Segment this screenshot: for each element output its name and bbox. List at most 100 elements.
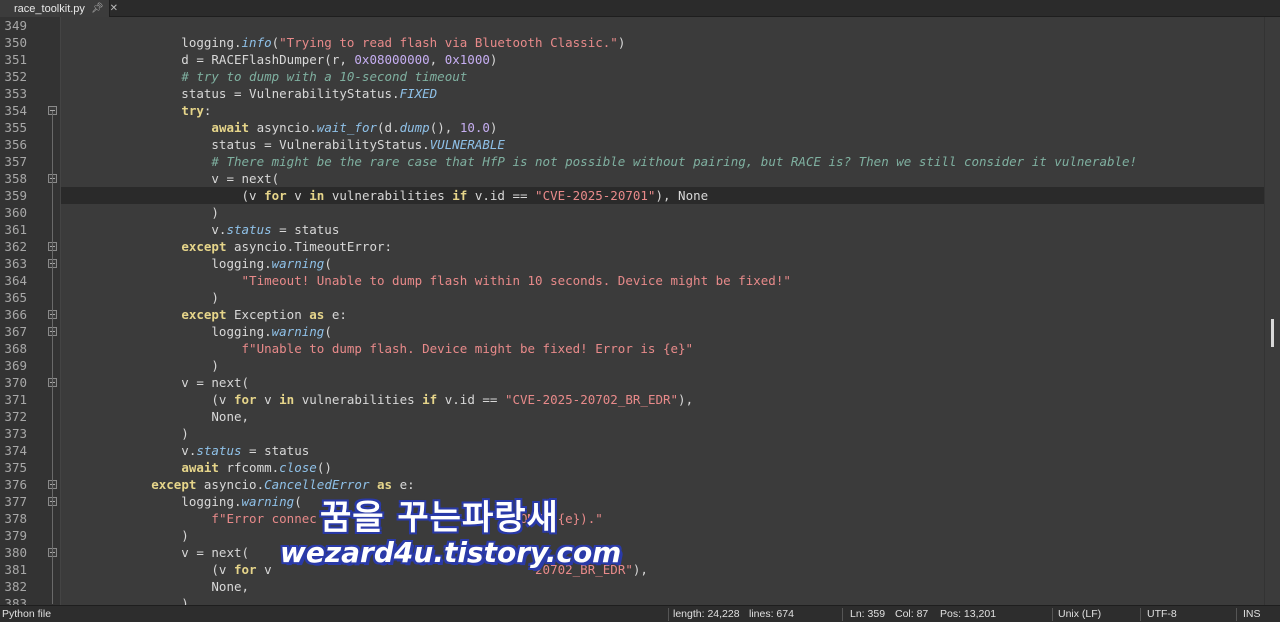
- line-number: 364: [4, 273, 27, 288]
- status-encoding[interactable]: UTF-8: [1147, 606, 1177, 622]
- status-lines: lines: 674: [749, 608, 794, 620]
- code-text: "Timeout! Unable to dump flash within 10…: [241, 273, 791, 288]
- code-line[interactable]: 359 (v for v in vulnerabilities if v.id …: [4, 187, 1264, 204]
- code-line[interactable]: 380 v = next(: [0, 544, 1264, 561]
- line-number: 359: [4, 188, 27, 203]
- line-number: 371: [4, 392, 27, 407]
- code-text: ): [91, 528, 189, 543]
- line-number: 360: [4, 205, 27, 220]
- code-line[interactable]: 364 "Timeout! Unable to dump flash withi…: [0, 272, 1264, 289]
- code-text: (v for v in vulnerabilities if v.id == "…: [91, 188, 709, 203]
- line-number: 373: [4, 426, 27, 441]
- code-line[interactable]: 383 ): [0, 595, 1264, 605]
- code-text: (v for v in vulnerabilities if v.id == "…: [91, 392, 694, 407]
- status-insert-mode[interactable]: INS: [1243, 606, 1261, 622]
- code-line[interactable]: 358 v = next(: [0, 170, 1264, 187]
- code-line[interactable]: 367 logging.warning(: [0, 323, 1264, 340]
- code-line[interactable]: 382 None,: [0, 578, 1264, 595]
- code-line[interactable]: 379 ): [0, 527, 1264, 544]
- code-line[interactable]: 351 d = RACEFlashDumper(r, 0x08000000, 0…: [0, 51, 1264, 68]
- code-line[interactable]: 372 None,: [0, 408, 1264, 425]
- code-line[interactable]: 366 except Exception as e:: [0, 306, 1264, 323]
- close-icon[interactable]: ✕: [110, 3, 118, 14]
- line-number: 377: [4, 494, 27, 509]
- line-number: 369: [4, 358, 27, 373]
- line-number: 349: [4, 18, 27, 33]
- code-text: f"Unable to dump flash. Device might be …: [241, 341, 694, 356]
- code-text: status = VulnerabilityStatus.FIXED: [91, 86, 438, 101]
- line-number: 357: [4, 154, 27, 169]
- line-number: 367: [4, 324, 27, 339]
- status-pos[interactable]: Pos: 13,201: [940, 606, 996, 622]
- code-line[interactable]: 361 v.status = status: [0, 221, 1264, 238]
- code-text: logging.warning(: [91, 494, 302, 509]
- line-number: 383: [4, 596, 27, 605]
- status-eol[interactable]: Unix (LF): [1058, 606, 1101, 622]
- code-line[interactable]: 352 # try to dump with a 10-second timeo…: [0, 68, 1264, 85]
- scrollbar-thumb[interactable]: [1271, 319, 1274, 347]
- code-text: try:: [181, 103, 212, 118]
- code-line[interactable]: 376 except asyncio.CancelledError as e:: [0, 476, 1264, 493]
- code-line[interactable]: 353 status = VulnerabilityStatus.FIXED: [0, 85, 1264, 102]
- vertical-scrollbar[interactable]: [1264, 17, 1280, 605]
- code-line[interactable]: 375 await rfcomm.close(): [0, 459, 1264, 476]
- line-number: 353: [4, 86, 27, 101]
- code-line[interactable]: 374 v.status = status: [0, 442, 1264, 459]
- code-text: v.status = status: [91, 222, 340, 237]
- code-text: v = next(: [91, 375, 250, 390]
- tab-title: race_toolkit.py: [14, 2, 85, 15]
- code-line[interactable]: 355 await asyncio.wait_for(d.dump(), 10.…: [0, 119, 1264, 136]
- code-line[interactable]: 373 ): [0, 425, 1264, 442]
- line-number: 382: [4, 579, 27, 594]
- code-text: f"Error connec COMM ({e}).": [211, 511, 603, 526]
- pin-icon[interactable]: 📌︎: [91, 3, 104, 14]
- code-line[interactable]: 365 ): [0, 289, 1264, 306]
- code-line[interactable]: 356 status = VulnerabilityStatus.VULNERA…: [0, 136, 1264, 153]
- code-text: v = next(: [91, 171, 280, 186]
- code-line[interactable]: 363 logging.warning(: [0, 255, 1264, 272]
- code-line[interactable]: 377 logging.warning(: [0, 493, 1264, 510]
- line-number: 366: [4, 307, 27, 322]
- code-text: d = RACEFlashDumper(r, 0x08000000, 0x100…: [91, 52, 498, 67]
- line-number: 374: [4, 443, 27, 458]
- code-line[interactable]: 360 ): [0, 204, 1264, 221]
- tab-bar: race_toolkit.py 📌︎ ✕: [0, 0, 1280, 17]
- line-number: 368: [4, 341, 27, 356]
- line-number: 362: [4, 239, 27, 254]
- line-number: 352: [4, 69, 27, 84]
- code-line[interactable]: 350 logging.info("Trying to read flash v…: [0, 34, 1264, 51]
- code-editor[interactable]: 349 350 logging.info("Trying to read flas…: [0, 17, 1264, 605]
- line-number: 375: [4, 460, 27, 475]
- line-number: 376: [4, 477, 27, 492]
- code-text: # try to dump with a 10-second timeout: [181, 69, 468, 84]
- line-number: 372: [4, 409, 27, 424]
- line-number: 380: [4, 545, 27, 560]
- line-number: 351: [4, 52, 27, 67]
- line-number: 378: [4, 511, 27, 526]
- status-divider: [1052, 608, 1053, 621]
- code-line[interactable]: 354 try:: [0, 102, 1264, 119]
- line-number: 370: [4, 375, 27, 390]
- code-line[interactable]: 371 (v for v in vulnerabilities if v.id …: [0, 391, 1264, 408]
- status-ln[interactable]: Ln: 359: [850, 606, 885, 622]
- code-line[interactable]: 357 # There might be the rare case that …: [0, 153, 1264, 170]
- code-line[interactable]: 362 except asyncio.TimeoutError:: [0, 238, 1264, 255]
- line-number: 361: [4, 222, 27, 237]
- fold-guide: [52, 111, 53, 604]
- code-text: (v for v 20702_BR_EDR"),: [91, 562, 648, 577]
- line-number: 354: [4, 103, 27, 118]
- status-bar: Python file length: 24,228 lines: 674 Ln…: [0, 605, 1280, 622]
- code-text: None,: [91, 409, 250, 424]
- code-text: # There might be the rare case that HfP …: [211, 154, 1138, 169]
- code-line[interactable]: 378 f"Error connec COMM ({e}).": [0, 510, 1264, 527]
- code-line[interactable]: 349: [0, 17, 1264, 34]
- code-text: except Exception as e:: [181, 307, 347, 322]
- tab-race-toolkit[interactable]: race_toolkit.py 📌︎ ✕: [0, 0, 118, 17]
- code-line[interactable]: 368 f"Unable to dump flash. Device might…: [0, 340, 1264, 357]
- code-line[interactable]: 369 ): [0, 357, 1264, 374]
- status-col[interactable]: Col: 87: [895, 606, 928, 622]
- code-line[interactable]: 381 (v for v 20702_BR_EDR"),: [0, 561, 1264, 578]
- code-text: v.status = status: [91, 443, 310, 458]
- code-line[interactable]: 370 v = next(: [0, 374, 1264, 391]
- code-text: ): [91, 426, 189, 441]
